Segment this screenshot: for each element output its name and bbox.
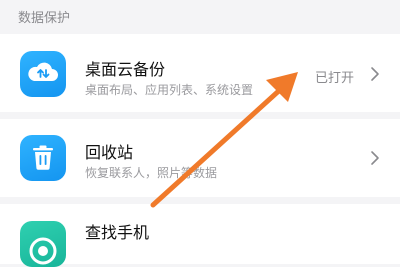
settings-item-find-phone[interactable]: 查找手机 [0, 204, 400, 267]
item-title: 桌面云备份 [85, 60, 166, 79]
chevron-right-icon [371, 151, 379, 165]
item-subtitle: 桌面布局、应用列表、系统设置 [85, 83, 254, 97]
cloud-backup-icon [20, 51, 66, 97]
section-title: 数据保护 [18, 11, 71, 26]
find-phone-icon [20, 221, 66, 267]
trash-bin-icon [20, 135, 66, 181]
settings-item-desktop-cloud-backup[interactable]: 桌面云备份 桌面布局、应用列表、系统设置 已打开 [0, 34, 400, 112]
chevron-right-icon [371, 67, 379, 81]
settings-item-recycle-bin[interactable]: 回收站 恢复联系人，照片等数据 [0, 119, 400, 197]
status-label: 已打开 [314, 71, 354, 86]
item-title: 回收站 [85, 143, 134, 162]
item-subtitle: 恢复联系人，照片等数据 [85, 166, 218, 180]
item-title: 查找手机 [85, 223, 150, 242]
